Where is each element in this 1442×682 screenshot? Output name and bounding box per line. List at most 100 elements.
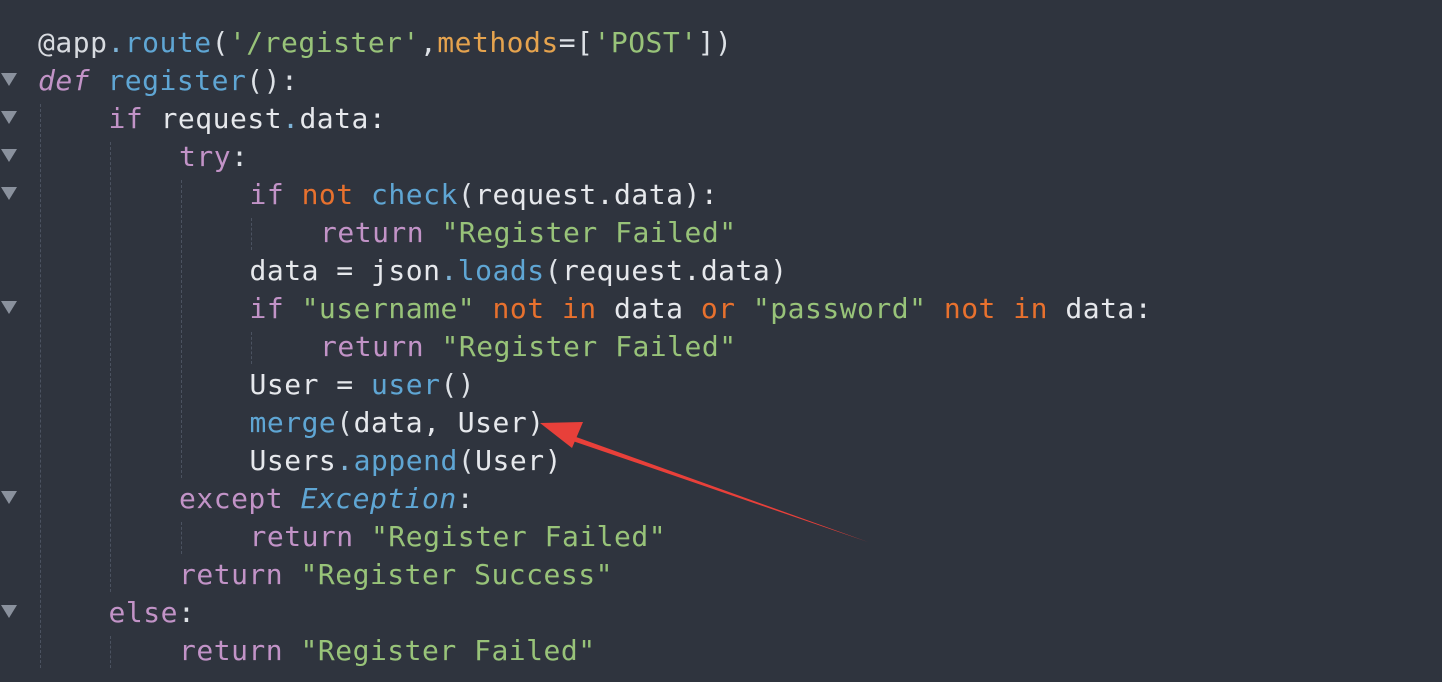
code-line[interactable]: if not check(request.data): — [0, 176, 1442, 214]
code-line[interactable]: return "Register Failed" — [0, 328, 1442, 366]
code-token: request.data) — [561, 254, 788, 287]
code-line[interactable]: Users.append(User) — [0, 442, 1442, 480]
code-token: request — [143, 102, 283, 135]
code-line[interactable]: return "Register Failed" — [0, 518, 1442, 556]
code-token: "password" — [752, 292, 927, 325]
code-token: . — [440, 254, 458, 287]
code-token: try — [179, 140, 232, 173]
code-line[interactable]: else: — [0, 594, 1442, 632]
code-token: if — [249, 292, 285, 325]
code-token: not — [301, 178, 354, 211]
code-token: () — [440, 368, 476, 401]
fold-triangle-icon[interactable] — [1, 73, 17, 86]
code-token: ( — [457, 444, 476, 477]
code-token: return — [179, 634, 284, 667]
code-token: loads — [457, 254, 545, 287]
code-line[interactable]: merge(data, User) — [0, 404, 1442, 442]
code-line[interactable]: if "username" not in data or "password" … — [0, 290, 1442, 328]
fold-triangle-icon[interactable] — [1, 187, 17, 200]
code-text: else: — [109, 594, 196, 632]
code-token: merge — [249, 406, 337, 439]
code-token: "Register Failed" — [441, 330, 737, 363]
code-token: else — [108, 596, 178, 629]
code-line[interactable]: data = json.loads(request.data) — [0, 252, 1442, 290]
code-token: request.data): — [475, 178, 719, 211]
code-token: (): — [246, 64, 299, 97]
code-token: return — [249, 520, 354, 553]
code-token: "Register Failed" — [371, 520, 667, 553]
code-token: "Register Failed" — [441, 216, 737, 249]
code-line[interactable]: User = user() — [0, 366, 1442, 404]
code-text: if request.data: — [109, 100, 387, 138]
code-text: return "Register Failed" — [179, 632, 596, 670]
fold-triangle-icon[interactable] — [1, 149, 17, 162]
fold-triangle-icon[interactable] — [1, 491, 17, 504]
code-token: if — [249, 178, 285, 211]
code-token: data — [596, 292, 701, 325]
code-token: or — [700, 292, 736, 325]
code-token: "Register Success" — [300, 558, 613, 591]
code-text: if "username" not in data or "password" … — [250, 290, 1153, 328]
code-token: : — [456, 482, 475, 515]
code-line[interactable]: return "Register Failed" — [0, 632, 1442, 670]
code-token: if — [108, 102, 144, 135]
code-token: . — [107, 26, 125, 59]
code-token: data, User) — [353, 406, 545, 439]
code-token: User = — [249, 368, 372, 401]
code-line[interactable]: if request.data: — [0, 100, 1442, 138]
code-token: "Register Failed" — [300, 634, 596, 667]
code-token: ( — [336, 406, 354, 439]
code-token: . — [336, 444, 354, 477]
code-token: ]) — [697, 26, 733, 59]
code-token: data: — [299, 102, 387, 135]
code-text: def register(): — [38, 62, 298, 100]
code-line[interactable]: return "Register Success" — [0, 556, 1442, 594]
code-token: Users — [249, 444, 337, 477]
code-line[interactable]: except Exception: — [0, 480, 1442, 518]
fold-triangle-icon[interactable] — [1, 605, 17, 618]
code-token: not in — [943, 292, 1048, 325]
code-token: register — [107, 64, 247, 97]
fold-triangle-icon[interactable] — [1, 301, 17, 314]
code-token: . — [282, 102, 300, 135]
code-line[interactable]: return "Register Failed" — [0, 214, 1442, 252]
code-token: not in — [492, 292, 597, 325]
code-token: return — [320, 216, 425, 249]
code-line[interactable]: @app.route('/register',methods=['POST']) — [0, 24, 1442, 62]
code-token: "username" — [301, 292, 476, 325]
code-editor[interactable]: @app.route('/register',methods=['POST'])… — [0, 0, 1442, 682]
code-text: @app.route('/register',methods=['POST']) — [38, 24, 732, 62]
code-line[interactable]: def register(): — [0, 62, 1442, 100]
code-token: return — [320, 330, 425, 363]
code-token: =[ — [558, 26, 594, 59]
code-text: except Exception: — [179, 480, 474, 518]
code-token: def — [38, 64, 91, 97]
code-line[interactable]: try: — [0, 138, 1442, 176]
code-token: except — [179, 482, 284, 515]
code-text: return "Register Failed" — [320, 328, 737, 366]
code-text: User = user() — [250, 366, 476, 404]
code-token: ( — [211, 26, 229, 59]
code-token: '/register' — [228, 26, 420, 59]
code-token: : — [177, 596, 196, 629]
code-token: User) — [475, 444, 562, 477]
code-text: merge(data, User) — [250, 404, 545, 442]
code-token: : — [231, 140, 249, 173]
code-token: data: — [1048, 292, 1153, 325]
code-token: return — [179, 558, 284, 591]
code-token: append — [353, 444, 458, 477]
code-text: return "Register Failed" — [250, 518, 667, 556]
code-text: return "Register Success" — [179, 556, 613, 594]
fold-triangle-icon[interactable] — [1, 111, 17, 124]
code-text: if not check(request.data): — [250, 176, 719, 214]
